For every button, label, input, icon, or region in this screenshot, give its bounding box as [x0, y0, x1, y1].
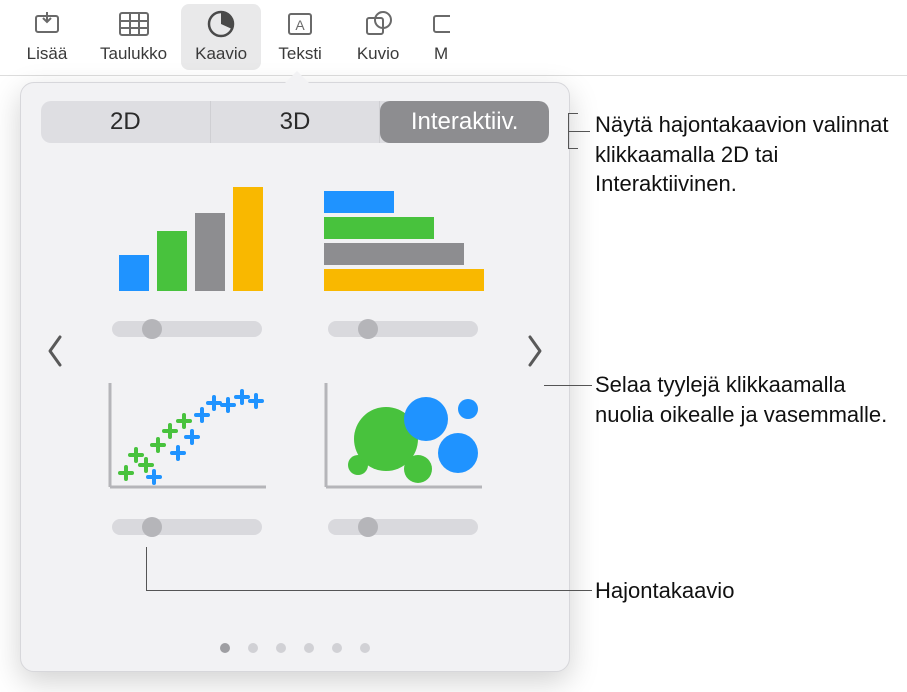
bar-chart-slider[interactable]	[328, 321, 478, 337]
toolbar-shape-label: Kuvio	[357, 44, 400, 64]
toolbar: Lisää Taulukko Kaavio A Teksti Kuvio M	[0, 0, 907, 76]
scatter-chart-icon	[97, 365, 277, 505]
pager-dot-4[interactable]	[304, 643, 314, 653]
text-icon: A	[282, 6, 318, 42]
callout-bracket-tabs	[568, 113, 588, 149]
toolbar-text[interactable]: A Teksti	[261, 4, 339, 70]
toolbar-table[interactable]: Taulukko	[86, 4, 181, 70]
annotation-arrows-hint: Selaa tyylejä klikkaamalla nuolia oikeal…	[595, 370, 895, 429]
annotation-scatter-label: Hajontakaavio	[595, 576, 734, 606]
media-icon	[423, 6, 459, 42]
chart-style-grid	[41, 167, 549, 535]
toolbar-insert-label: Lisää	[27, 44, 68, 64]
toolbar-table-label: Taulukko	[100, 44, 167, 64]
pager-dot-6[interactable]	[360, 643, 370, 653]
pager-dot-3[interactable]	[276, 643, 286, 653]
next-style-button[interactable]	[521, 321, 549, 381]
shape-icon	[360, 6, 396, 42]
table-icon	[116, 6, 152, 42]
toolbar-media[interactable]: M	[417, 4, 459, 70]
toolbar-chart-label: Kaavio	[195, 44, 247, 64]
scatter-chart-slider[interactable]	[112, 519, 262, 535]
toolbar-insert[interactable]: Lisää	[8, 4, 86, 70]
chart-icon	[203, 6, 239, 42]
pager-dot-1[interactable]	[220, 643, 230, 653]
toolbar-media-label: M	[434, 44, 448, 64]
tab-3d[interactable]: 3D	[211, 101, 381, 143]
bubble-chart-slider[interactable]	[328, 519, 478, 535]
chart-option-bar[interactable]	[305, 167, 501, 337]
svg-text:A: A	[295, 17, 305, 33]
insert-icon	[29, 6, 65, 42]
chart-dimension-tabs: 2D 3D Interaktiiv.	[41, 101, 549, 143]
tab-interactive[interactable]: Interaktiiv.	[380, 101, 549, 143]
bar-chart-icon	[313, 167, 493, 307]
chart-option-bubble[interactable]	[305, 365, 501, 535]
bubble-chart-icon	[313, 365, 493, 505]
chart-option-column[interactable]	[89, 167, 285, 337]
pager-dot-2[interactable]	[248, 643, 258, 653]
annotation-tabs-hint: Näytä hajontakaavion valinnat klikkaamal…	[595, 110, 895, 199]
toolbar-shape[interactable]: Kuvio	[339, 4, 417, 70]
tab-2d[interactable]: 2D	[41, 101, 211, 143]
chart-option-scatter[interactable]	[89, 365, 285, 535]
toolbar-text-label: Teksti	[278, 44, 321, 64]
chart-type-popup: 2D 3D Interaktiiv.	[20, 82, 570, 672]
pager-dot-5[interactable]	[332, 643, 342, 653]
prev-style-button[interactable]	[41, 321, 69, 381]
callout-line-arrows	[544, 385, 592, 386]
column-chart-icon	[97, 167, 277, 307]
column-chart-slider[interactable]	[112, 321, 262, 337]
style-pagination[interactable]	[220, 643, 370, 653]
toolbar-chart[interactable]: Kaavio	[181, 4, 261, 70]
